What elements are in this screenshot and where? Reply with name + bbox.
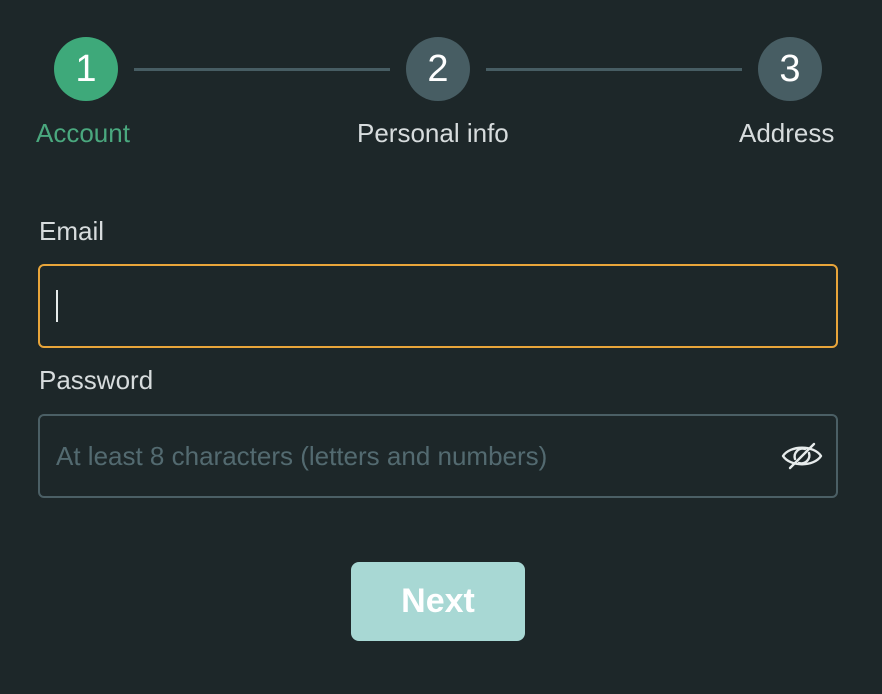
email-field-container <box>38 264 838 348</box>
password-field[interactable] <box>56 416 776 496</box>
next-button[interactable]: Next <box>351 562 525 641</box>
step-connector-1-2 <box>134 68 390 71</box>
signup-wizard: 1 2 3 Account Personal info Address Emai… <box>0 0 882 694</box>
text-caret <box>56 290 58 322</box>
password-label: Password <box>39 365 154 395</box>
email-field[interactable] <box>56 266 776 346</box>
password-field-container <box>38 414 838 498</box>
step-3-indicator[interactable]: 3 <box>758 37 822 101</box>
eye-off-icon[interactable] <box>780 436 824 476</box>
email-label: Email <box>39 216 105 246</box>
step-1-indicator[interactable]: 1 <box>54 37 118 101</box>
step-3-label: Address <box>739 118 835 148</box>
eye-off-icon-graphic <box>781 442 823 470</box>
step-2-label: Personal info <box>357 118 509 148</box>
step-2-indicator[interactable]: 2 <box>406 37 470 101</box>
step-connector-2-3 <box>486 68 742 71</box>
step-1-label: Account <box>36 118 130 148</box>
